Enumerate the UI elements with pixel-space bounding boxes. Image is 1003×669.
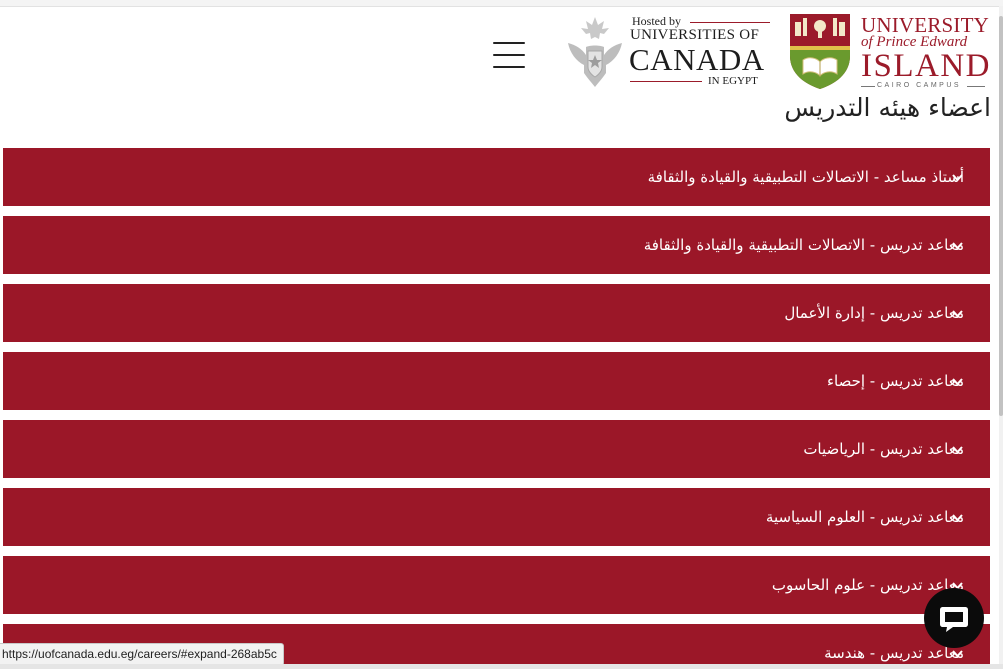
chat-bubble-icon	[940, 607, 968, 632]
canada-logo-text: Hosted by UNIVERSITIES OF CANADA IN EGYP…	[629, 13, 772, 91]
position-title: معاعد تدريس - العلوم السياسية	[765, 508, 964, 526]
position-item[interactable]: معاعد تدريس - إدارة الأعمال	[3, 284, 990, 342]
position-item[interactable]: معاعد تدريس - الاتصالات التطبيقية والقيا…	[3, 216, 990, 274]
browser-top-edge	[0, 0, 1003, 7]
menu-bar-3	[493, 66, 525, 68]
scrollbar[interactable]	[999, 6, 1003, 669]
position-title: أستاذ مساعد - الاتصالات التطبيقية والقيا…	[647, 168, 964, 186]
cairo-campus-label: CAIRO CAMPUS	[877, 82, 962, 89]
position-item[interactable]: معاعد تدريس - إحصاء	[3, 352, 990, 410]
position-title: معاعد تدريس - الاتصالات التطبيقية والقيا…	[643, 236, 964, 254]
island-label: ISLAND	[861, 48, 991, 84]
canada-label: CANADA	[629, 42, 765, 77]
position-item[interactable]: معاعد تدريس - الرياضيات	[3, 420, 990, 478]
position-title: معاعد تدريس - الرياضيات	[803, 440, 964, 458]
hamburger-menu-icon[interactable]	[493, 42, 525, 68]
upei-shield-icon	[790, 14, 850, 89]
upei-logo[interactable]: UNIVERSITY of Prince Edward ISLAND CAIRO…	[789, 12, 991, 92]
menu-bar-1	[493, 42, 525, 44]
position-title: معاعد تدريس - إحصاء	[826, 372, 964, 390]
canada-logo-rule	[630, 81, 702, 82]
position-item[interactable]: أستاذ مساعد - الاتصالات التطبيقية والقيا…	[3, 148, 990, 206]
upei-logo-rule	[967, 86, 985, 87]
taskbar-edge	[0, 664, 1003, 669]
upei-logo-rule	[861, 86, 875, 87]
universities-of-canada-logo[interactable]: Hosted by UNIVERSITIES OF CANADA IN EGYP…	[564, 13, 774, 91]
status-bar-url: https://uofcanada.edu.eg/careers/#expand…	[0, 643, 284, 666]
position-title: معاعد تدريس - إدارة الأعمال	[784, 304, 964, 322]
canada-logo-rule	[690, 22, 770, 23]
in-egypt-label: IN EGYPT	[708, 75, 758, 87]
browser-viewport: Hosted by UNIVERSITIES OF CANADA IN EGYP…	[0, 0, 1003, 669]
page-title: اعضاء هيئه التدريس	[784, 93, 991, 122]
scrollbar-thumb[interactable]	[999, 16, 1003, 416]
position-item[interactable]: معاعد تدريس - العلوم السياسية	[3, 488, 990, 546]
chat-button[interactable]	[924, 588, 984, 648]
canada-eagle-emblem-icon	[568, 17, 622, 87]
faculty-positions-accordion: أستاذ مساعد - الاتصالات التطبيقية والقيا…	[3, 148, 990, 669]
upei-logo-text: UNIVERSITY of Prince Edward ISLAND CAIRO…	[859, 12, 991, 92]
menu-bar-2	[493, 54, 525, 56]
position-item[interactable]: معاعد تدريس - علوم الحاسوب	[3, 556, 990, 614]
